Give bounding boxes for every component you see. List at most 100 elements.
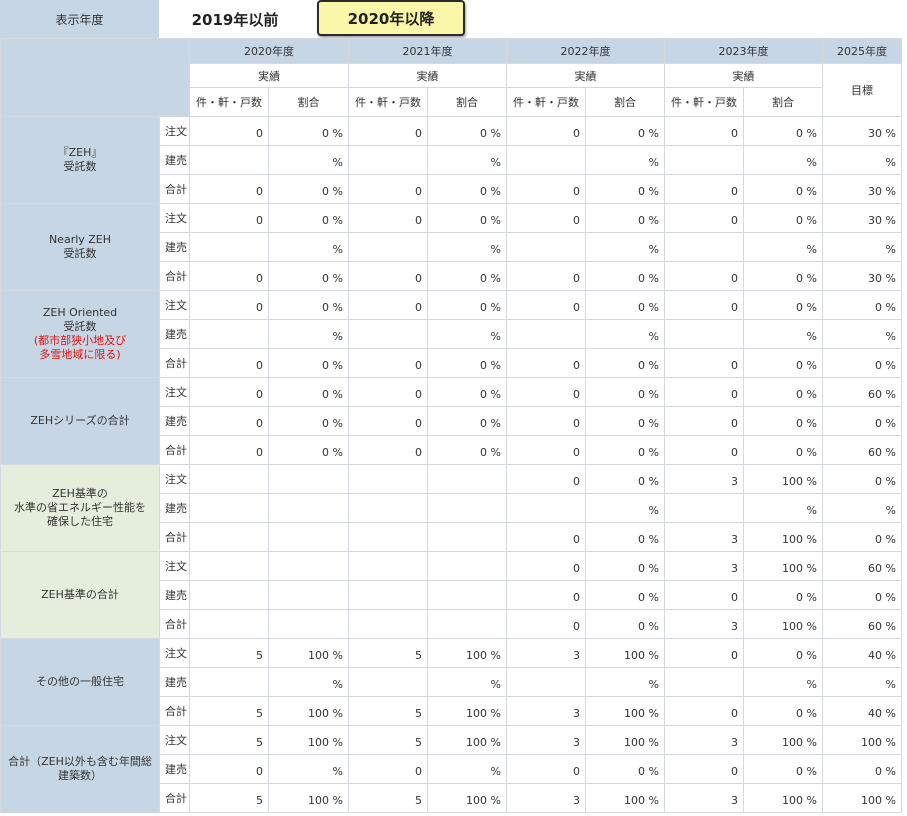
ratio-cell: 0 % — [268, 174, 349, 204]
ratio-cell: % — [743, 319, 823, 349]
count-cell: 0 — [348, 116, 428, 146]
row-type-label: 合計 — [159, 174, 190, 204]
count-cell: 0 — [189, 348, 269, 378]
ratio-cell: 100 % — [585, 783, 665, 813]
count-cell — [348, 522, 428, 552]
count-cell: 5 — [189, 783, 269, 813]
count-cell — [348, 551, 428, 581]
ratio-cell: 0 % — [585, 174, 665, 204]
ratio-cell: 0 % — [268, 406, 349, 436]
ratio-cell: 0 % — [268, 116, 349, 146]
count-cell: 0 — [506, 522, 586, 552]
target-cell: 0 % — [822, 406, 902, 436]
target-cell: 60 % — [822, 551, 902, 581]
ratio-cell: 100 % — [268, 696, 349, 726]
ratio-cell: 0 % — [268, 348, 349, 378]
category-label-line: ZEH Oriented — [42, 306, 118, 319]
ratio-cell: 100 % — [427, 783, 507, 813]
count-cell — [348, 609, 428, 639]
count-cell: 0 — [348, 174, 428, 204]
ratio-cell: 0 % — [585, 435, 665, 465]
ratio-cell: 0 % — [585, 406, 665, 436]
count-cell: 0 — [664, 348, 744, 378]
count-cell — [506, 667, 586, 697]
ratio-cell: 0 % — [427, 377, 507, 407]
ratio-cell: 0 % — [427, 203, 507, 233]
target-cell: 30 % — [822, 116, 902, 146]
ratio-cell: 0 % — [585, 290, 665, 320]
target-cell: 60 % — [822, 609, 902, 639]
ratio-cell — [268, 522, 349, 552]
count-cell: 0 — [189, 203, 269, 233]
category-label-line: ZEH基準の合計 — [41, 588, 119, 601]
count-cell: 0 — [348, 348, 428, 378]
target-cell: 40 % — [822, 638, 902, 668]
row-type-label: 合計 — [159, 609, 190, 639]
row-type-label: 建売 — [159, 754, 190, 784]
ratio-cell: % — [268, 667, 349, 697]
year-header-2022: 2022年度 — [506, 38, 665, 64]
ratio-cell: 100 % — [743, 783, 823, 813]
ratio-cell: 0 % — [743, 203, 823, 233]
category-label-line: 確保した住宅 — [47, 515, 113, 528]
actual-label: 実績 — [189, 63, 349, 88]
count-cell: 3 — [664, 725, 744, 755]
count-col-header: 件・軒・戸数 — [506, 87, 586, 117]
after-2020-button[interactable]: 2020年以降 — [317, 0, 465, 36]
category-cell: その他の一般住宅 — [0, 638, 160, 726]
count-col-header: 件・軒・戸数 — [664, 87, 744, 117]
ratio-cell: 0 % — [743, 261, 823, 291]
ratio-cell: 0 % — [427, 406, 507, 436]
count-col-header: 件・軒・戸数 — [348, 87, 428, 117]
count-cell: 3 — [506, 638, 586, 668]
ratio-col-header: 割合 — [743, 87, 823, 117]
table-row: ZEH Oriented 受託数 (都市部狭小地及び 多雪地域に限る) 注文 0 0 % 0 0… — [0, 290, 902, 378]
count-cell: 0 — [506, 203, 586, 233]
target-cell: 0 % — [822, 348, 902, 378]
ratio-cell — [268, 609, 349, 639]
category-label-line: 合計（ZEH以外も含む年間総 — [8, 755, 152, 768]
ratio-cell: 0 % — [585, 203, 665, 233]
row-type-label: 合計 — [159, 435, 190, 465]
ratio-cell: % — [585, 319, 665, 349]
count-cell — [348, 464, 428, 494]
ratio-cell: 0 % — [585, 580, 665, 610]
before-2019-button[interactable]: 2019年以前 — [170, 5, 300, 33]
count-cell — [189, 232, 269, 262]
row-type-label: 建売 — [159, 232, 190, 262]
ratio-cell: 100 % — [585, 725, 665, 755]
header-corner — [0, 38, 190, 117]
target-cell: % — [822, 667, 902, 697]
row-type-label: 建売 — [159, 580, 190, 610]
count-cell: 3 — [664, 609, 744, 639]
ratio-cell: 0 % — [743, 435, 823, 465]
ratio-cell: 0 % — [427, 435, 507, 465]
category-label-line: 受託数 — [63, 320, 97, 333]
count-cell: 0 — [506, 609, 586, 639]
category-label-line: 『ZEH』 — [57, 146, 103, 159]
row-type-label: 合計 — [159, 522, 190, 552]
count-cell: 0 — [506, 754, 586, 784]
count-cell: 0 — [506, 290, 586, 320]
target-cell: 100 % — [822, 725, 902, 755]
ratio-cell: % — [268, 232, 349, 262]
ratio-cell: 0 % — [585, 377, 665, 407]
ratio-cell: % — [427, 232, 507, 262]
ratio-cell: 0 % — [427, 174, 507, 204]
count-cell: 0 — [506, 551, 586, 581]
ratio-col-header: 割合 — [268, 87, 349, 117]
target-cell: 30 % — [822, 203, 902, 233]
ratio-cell: % — [268, 754, 349, 784]
ratio-cell — [427, 609, 507, 639]
ratio-cell: % — [585, 493, 665, 523]
ratio-cell: 0 % — [743, 348, 823, 378]
ratio-cell: 0 % — [743, 377, 823, 407]
table-row: ZEHシリーズの合計 注文 0 0 % 0 0 % 0 0 % 0 0 % 60 % — [0, 377, 902, 465]
count-cell: 0 — [664, 116, 744, 146]
count-cell: 0 — [664, 435, 744, 465]
year-header-2020: 2020年度 — [189, 38, 349, 64]
count-cell — [189, 580, 269, 610]
ratio-cell: 0 % — [585, 261, 665, 291]
count-cell: 0 — [664, 377, 744, 407]
count-cell — [189, 319, 269, 349]
